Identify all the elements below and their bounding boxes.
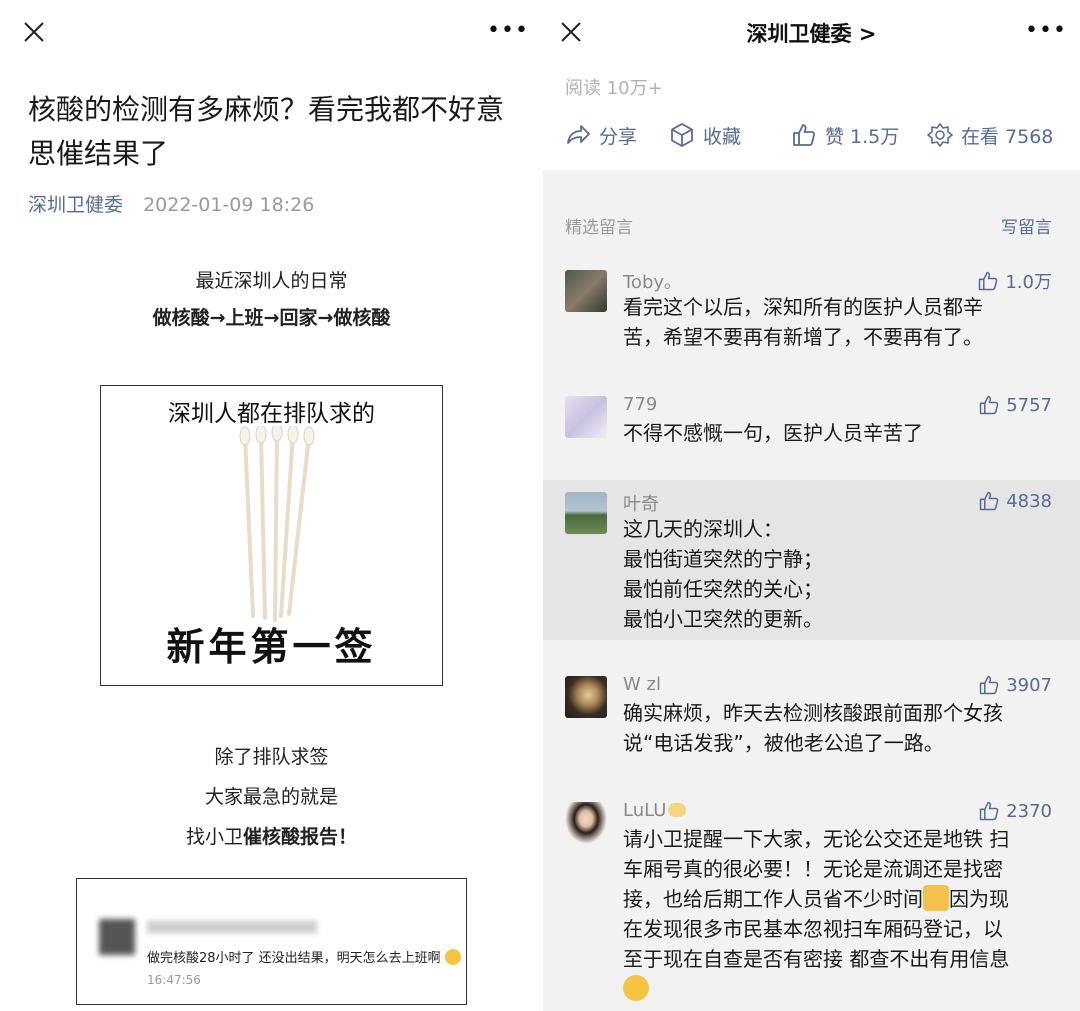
write-comment-button[interactable]: 写留言 xyxy=(1001,213,1052,238)
paragraph: 最近深圳人的日常 xyxy=(195,270,348,292)
article-title: 核酸的检测有多麻烦？看完我都不好意思催结果了 xyxy=(28,93,505,170)
watching-icon xyxy=(927,123,953,147)
comment-like-button[interactable]: 5757 xyxy=(978,394,1052,416)
read-count: 阅读 10万+ xyxy=(565,78,663,99)
comment-like-button[interactable]: 2370 xyxy=(978,800,1052,822)
comment-text: 不得不感慨一句，医护人员辛苦了 xyxy=(623,421,923,445)
avatar[interactable] xyxy=(565,676,607,718)
action-bar: 分享 收藏 赞 1.5万 在看 7568 xyxy=(565,118,1058,152)
thumbs-up-icon xyxy=(793,124,816,146)
image-caption-bottom: 新年第一签 xyxy=(166,624,377,669)
panel-divider xyxy=(536,0,543,1011)
like-button[interactable]: 赞 1.5万 xyxy=(791,118,899,152)
cube-icon xyxy=(671,123,693,147)
paragraph-bold: 催核酸报告！ xyxy=(243,826,358,848)
comment-item: LuLU 2370 请小卫提醒一下大家，无论公交还是地铁 扫 车厢号真的很必要！… xyxy=(543,794,1080,1011)
comment-like-button[interactable]: 3907 xyxy=(978,674,1052,696)
comment-item: 779 5757 不得不感慨一句，医护人员辛苦了 xyxy=(543,388,1080,458)
image-caption-top: 深圳人都在排队求的 xyxy=(168,401,375,427)
emoji-icon xyxy=(444,949,461,965)
comment-author[interactable]: W zl xyxy=(623,674,661,695)
article-topbar: ••• xyxy=(0,0,536,64)
paragraph-bold: 做核酸→上班→回家→做核酸 xyxy=(152,307,391,329)
comment-text: 这几天的深圳人： 最怕街道突然的宁静； 最怕前任突然的关心； 最怕小卫突然的更新… xyxy=(623,517,823,631)
share-icon xyxy=(567,125,590,144)
thumbs-up-icon xyxy=(979,395,999,415)
comment-text: 请小卫提醒一下大家，无论公交还是地铁 扫 车厢号真的很必要！！无论是流调还是找密… xyxy=(623,824,1063,1004)
comment-author[interactable]: 779 xyxy=(623,394,657,415)
comment-item: Toby。 1.0万 看完这个以后，深知所有的医护人员都辛 苦，希望不要再有新增… xyxy=(543,262,1080,362)
article-panel: ••• 核酸的检测有多麻烦？看完我都不好意思催结果了 深圳卫健委 2022-01… xyxy=(0,0,536,1011)
paragraph: 大家最急的就是 xyxy=(204,786,338,808)
watching-button[interactable]: 在看 7568 xyxy=(927,118,1053,152)
avatar[interactable] xyxy=(565,492,607,534)
chat-time: 16:47:56 xyxy=(147,973,201,987)
more-icon[interactable]: ••• xyxy=(487,19,529,43)
thumbs-up-icon xyxy=(979,801,999,821)
comment-text: 确实麻烦，昨天去检测核酸跟前面那个女孩 说“电话发我”，被他老公追了一路。 xyxy=(623,701,1003,755)
close-icon[interactable] xyxy=(22,20,46,44)
comment-author[interactable]: 叶奇 xyxy=(623,490,659,516)
paragraph-normal: 找小卫 xyxy=(185,826,243,848)
comment-like-button[interactable]: 1.0万 xyxy=(977,268,1052,294)
share-button[interactable]: 分享 xyxy=(565,118,637,152)
account-link[interactable]: 深圳卫健委 xyxy=(28,194,123,216)
swabs-illustration xyxy=(239,426,315,622)
emoji-icon xyxy=(623,975,649,1001)
blurred-avatar xyxy=(99,919,135,955)
selected-comments-label: 精选留言 xyxy=(565,218,633,238)
comment-author[interactable]: LuLU xyxy=(623,800,687,821)
comment-like-button[interactable]: 4838 xyxy=(978,490,1052,512)
emoji-icon xyxy=(668,803,687,817)
cotton-swab-image: 深圳人都在排队求的 新年第一签 xyxy=(100,385,443,686)
more-icon[interactable]: ••• xyxy=(1025,19,1067,43)
avatar[interactable] xyxy=(565,396,607,438)
comments-topbar: 深圳卫健委 > ••• xyxy=(543,0,1080,64)
avatar[interactable] xyxy=(565,802,607,844)
account-title[interactable]: 深圳卫健委 > xyxy=(543,18,1080,48)
comments-panel: 深圳卫健委 > ••• 阅读 10万+ 分享 收藏 赞 1.5万 在看 7568… xyxy=(543,0,1080,1011)
comment-text: 看完这个以后，深知所有的医护人员都辛 苦，希望不要再有新增了，不要再有了。 xyxy=(623,295,983,349)
publish-date: 2022-01-09 18:26 xyxy=(143,194,315,216)
thumbs-up-icon xyxy=(979,491,999,511)
paragraph: 找小卫催核酸报告！ xyxy=(0,822,536,849)
avatar[interactable] xyxy=(565,270,607,312)
paragraph: 除了排队求签 xyxy=(214,746,329,768)
collect-button[interactable]: 收藏 xyxy=(669,118,741,152)
comment-author[interactable]: Toby。 xyxy=(623,268,682,294)
blurred-name xyxy=(147,921,317,933)
thumbs-up-icon xyxy=(979,675,999,695)
comment-item: 叶奇 4838 这几天的深圳人： 最怕街道突然的宁静； 最怕前任突然的关心； 最… xyxy=(543,480,1080,640)
comment-item: W zl 3907 确实麻烦，昨天去检测核酸跟前面那个女孩 说“电话发我”，被他… xyxy=(543,668,1080,768)
chat-message: 做完核酸28小时了 还没出结果，明天怎么去上班啊 xyxy=(147,947,461,966)
thumbs-up-icon xyxy=(979,271,998,291)
chat-screenshot-image: 做完核酸28小时了 还没出结果，明天怎么去上班啊 16:47:56 xyxy=(76,878,467,1005)
emoji-icon xyxy=(923,885,949,911)
article-meta: 深圳卫健委 2022-01-09 18:26 xyxy=(28,190,314,217)
